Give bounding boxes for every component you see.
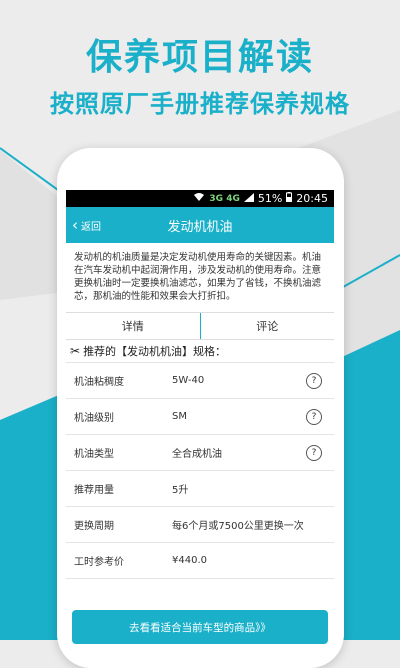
spec-value: ¥440.0 (172, 555, 207, 566)
back-label: 返回 (81, 221, 101, 233)
network-indicator: 3G 4G (209, 193, 240, 204)
spec-label: 推荐用量 (74, 485, 114, 496)
status-bar: 3G 4G 51% 20:45 (66, 190, 334, 207)
battery-percentage: 51% (257, 192, 283, 205)
battery-icon (286, 192, 293, 205)
spec-value: 5升 (172, 485, 189, 496)
spec-label: 机油粘稠度 (74, 377, 124, 388)
spec-header-label: 推荐的【发动机机油】规格： (83, 345, 227, 358)
spec-label: 机油类型 (74, 449, 114, 460)
page-title: 发动机机油 (167, 219, 233, 235)
help-icon[interactable]: ? (306, 408, 322, 425)
app-header: ‹ 返回 发动机机油 (66, 207, 334, 243)
back-button[interactable]: ‹ 返回 (72, 207, 101, 243)
phone-screen: 3G 4G 51% 20:45 ‹ 返回 发动机机油 发动机的机油质量是决定发动… (66, 190, 334, 640)
spec-value: 5W-40 (172, 375, 205, 386)
spec-row-interval: 更换周期 每6个月或7500公里更换一次 (66, 507, 334, 543)
spec-value: SM (172, 411, 187, 422)
signal-icon (243, 192, 254, 205)
tab-bar: 详情 评论 (66, 313, 334, 340)
spec-value: 全合成机油 (172, 449, 222, 460)
promo-subtitle: 按照原厂手册推荐保养规格 (50, 90, 350, 118)
spec-row-type: 机油类型 全合成机油 ? (66, 435, 334, 471)
spec-row-amount: 推荐用量 5升 (66, 471, 334, 507)
view-products-button[interactable]: 去看看适合当前车型的商品》》 (72, 610, 328, 644)
spec-header: ✂ 推荐的【发动机机油】规格： (66, 340, 334, 363)
wifi-icon (193, 192, 205, 205)
spec-row-labor-price: 工时参考价 ¥440.0 (66, 543, 334, 579)
intro-text: 发动机的机油质量是决定发动机使用寿命的关键因素。机油在汽车发动机中起润滑作用，涉… (66, 243, 334, 313)
wrench-icon: ✂ (70, 344, 81, 358)
spec-value: 每6个月或7500公里更换一次 (172, 521, 304, 532)
spec-row-viscosity: 机油粘稠度 5W-40 ? (66, 363, 334, 399)
help-icon[interactable]: ? (306, 372, 322, 389)
clock: 20:45 (296, 192, 328, 205)
chevron-left-icon: ‹ (72, 216, 78, 234)
spec-label: 机油级别 (74, 413, 114, 424)
tab-details[interactable]: 详情 (66, 313, 201, 339)
spec-row-grade: 机油级别 SM ? (66, 399, 334, 435)
spec-label: 更换周期 (74, 521, 114, 532)
help-icon[interactable]: ? (306, 444, 322, 461)
promo-title: 保养项目解读 (85, 37, 314, 78)
tab-comments[interactable]: 评论 (201, 313, 335, 339)
spec-label: 工时参考价 (74, 557, 124, 568)
